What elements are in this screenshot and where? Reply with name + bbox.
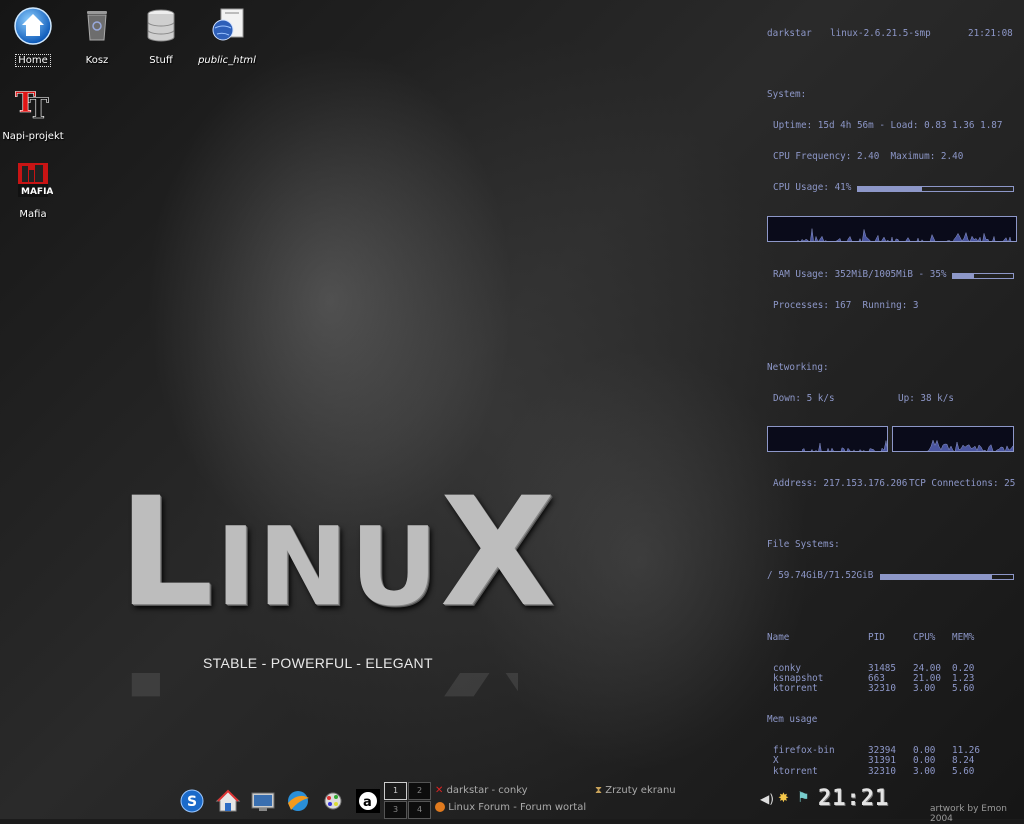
conky-system-label: System: [767, 89, 807, 101]
process-cpu: 3.00 [913, 765, 936, 777]
process-name: ktorrent [773, 765, 818, 777]
web-folder-icon [207, 6, 247, 46]
system-tray: ◀) ✸ ⚑ [760, 790, 816, 810]
hourglass-icon: ⧗ [595, 785, 603, 796]
pager-desktop-3[interactable]: 3 [384, 801, 407, 819]
settings-icon[interactable] [320, 788, 346, 814]
conky-processes: Processes: 167 Running: 3 [773, 300, 919, 312]
volume-icon[interactable]: ◀) [760, 792, 774, 806]
conky-uptime: Uptime: 15d 4h 56m - Load: 0.83 1.36 1.8… [773, 119, 1003, 131]
desktop-icon-public-html[interactable]: public_html [194, 6, 260, 67]
svg-text:S: S [187, 794, 197, 810]
conky-time: 21:21:08 [968, 27, 1013, 39]
desktop-icon-label: Home [15, 54, 51, 67]
star-icon[interactable]: ✸ [778, 791, 789, 806]
conky-root-filesystem: / 59.74GiB/71.52GiB [767, 570, 874, 582]
pager-desktop-1[interactable]: 1 [384, 782, 407, 800]
filesystem-usage-bar [880, 574, 1014, 581]
logo-reflection: LINUX [118, 673, 518, 713]
desktop-icon-label: Napi-projekt [2, 131, 64, 142]
cpu-usage-bar [857, 185, 1014, 192]
pager-desktop-4[interactable]: 4 [408, 801, 431, 819]
process-name: ktorrent [773, 683, 818, 695]
svg-text:T: T [28, 92, 49, 122]
desktop-icon-stuff[interactable]: Stuff [128, 6, 194, 67]
browser-icon[interactable] [285, 788, 311, 814]
conky-ip-address: Address: 217.153.176.206 [773, 477, 908, 489]
upload-graph [892, 426, 1014, 453]
conky-mem-usage-label: Mem usage [767, 714, 818, 726]
desktop-icon-label: public_html [198, 55, 256, 66]
cpu-usage-graph [767, 215, 1017, 242]
desktop-icon-label: Stuff [149, 55, 173, 66]
wallpaper-credit: artwork by Emon 2004 [930, 804, 1007, 824]
process-mem: 5.60 [952, 765, 975, 777]
desktop-icon-mafia[interactable]: MAFIA Mafia [0, 160, 66, 221]
process-table-header: Name PID CPU% MEM% [767, 631, 975, 643]
amarok-icon[interactable]: a [355, 788, 381, 814]
task-zrzuty-ekranu[interactable]: ⧗ Zrzuty ekranu [595, 785, 676, 796]
logo-letter-x: X [439, 466, 558, 640]
desktop-icon-label: Kosz [85, 55, 109, 66]
desktop-pager: 1 2 3 4 [384, 782, 432, 819]
logo-letter-l: L [118, 466, 216, 640]
x-app-icon: ✕ [435, 785, 444, 796]
process-row: ktorrent 32310 3.00 5.60 [767, 765, 1017, 777]
taskbar-clock[interactable]: 21:21 [818, 786, 889, 811]
process-mem: 5.60 [952, 683, 975, 695]
logo-letters-inu: INU [215, 505, 440, 630]
trash-icon [77, 6, 117, 46]
desktop-icon-home[interactable]: Home [0, 6, 66, 67]
download-graph [767, 426, 888, 453]
desktop-icon-trash[interactable]: Kosz [64, 6, 130, 67]
conky-upload-speed: Up: 38 k/s [898, 392, 954, 404]
conky-hostname: darkstar [767, 27, 812, 39]
process-name: firefox-bin [773, 745, 835, 757]
flag-icon[interactable]: ⚑ [797, 790, 810, 806]
napi-projekt-icon: T T [13, 82, 53, 126]
conky-monitor: darkstar linux-2.6.21.5-smp 21:21:08 Sys… [767, 8, 1017, 787]
mafia-game-icon: MAFIA [13, 160, 53, 200]
home-icon[interactable] [215, 788, 241, 814]
svg-text:a: a [363, 795, 372, 810]
conky-cpu-usage: CPU Usage: 41% [773, 181, 852, 193]
firefox-icon [435, 802, 445, 812]
desktop-icon-napi-projekt[interactable]: T T Napi-projekt [0, 82, 66, 143]
monitor-icon[interactable] [250, 788, 276, 814]
conky-kernel: linux-2.6.21.5-smp [830, 27, 931, 39]
process-cpu: 3.00 [913, 683, 936, 695]
conky-tcp-connections: TCP Connections: 25 [909, 477, 1016, 489]
process-pid: 32310 [868, 765, 896, 777]
conky-filesystems-label: File Systems: [767, 539, 840, 551]
conky-download-speed: Down: 5 k/s [773, 392, 835, 404]
wallpaper-tagline: STABLE - POWERFUL - ELEGANT [203, 655, 433, 671]
task-linux-forum[interactable]: Linux Forum - Forum wortalu JA [435, 802, 587, 813]
svg-text:MAFIA: MAFIA [21, 187, 53, 197]
task-darkstar-conky[interactable]: ✕ darkstar - conky [435, 785, 528, 796]
database-icon [141, 6, 181, 46]
pager-desktop-2[interactable]: 2 [408, 782, 431, 800]
conky-ram-usage: RAM Usage: 352MiB/1005MiB - 35% [773, 269, 947, 281]
linux-logo: LINUX LINUX [118, 478, 556, 713]
conky-networking-label: Networking: [767, 361, 829, 373]
desktop-icon-label: Mafia [19, 209, 47, 220]
process-row: ktorrent 32310 3.00 5.60 [767, 683, 1017, 695]
skype-icon[interactable]: S [179, 788, 205, 814]
ram-usage-bar [952, 273, 1014, 280]
conky-cpu-frequency: CPU Frequency: 2.40 Maximum: 2.40 [773, 150, 964, 162]
process-pid: 32310 [868, 683, 896, 695]
home-icon [13, 6, 53, 46]
